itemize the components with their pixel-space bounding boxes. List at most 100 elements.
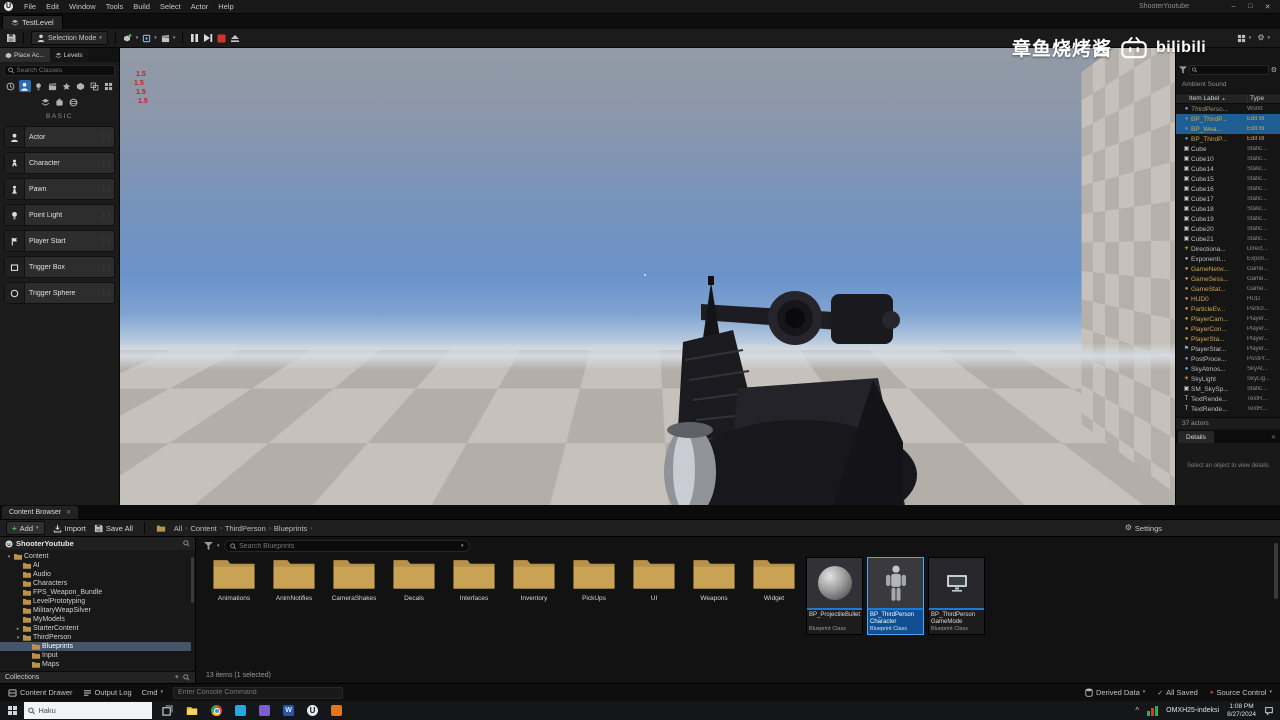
actor-type[interactable]: Expon... xyxy=(1247,256,1280,262)
asset-search-input[interactable] xyxy=(239,542,458,550)
filter-icon[interactable] xyxy=(1179,66,1187,74)
add-actor-button[interactable]: ▾ xyxy=(123,33,138,43)
source-control-button[interactable]: ● Source Control ▾ xyxy=(1210,688,1272,697)
menu-item[interactable]: Build xyxy=(128,2,155,11)
outliner-row[interactable]: ▣ Cube16 Static... xyxy=(1176,184,1280,194)
start-button[interactable] xyxy=(0,706,24,715)
content-folder[interactable]: Decals xyxy=(384,557,444,602)
save-all-button[interactable]: Save All xyxy=(94,524,133,533)
asset-tile-projectile-bullet[interactable]: BP_ProjectileBullet Blueprint Class xyxy=(806,557,863,635)
menu-item[interactable]: Window xyxy=(64,2,101,11)
actor-type[interactable]: Edit Bl xyxy=(1247,116,1280,122)
breadcrumb-segment[interactable]: Blueprints › xyxy=(274,524,313,533)
category-geometry-icon[interactable] xyxy=(75,80,87,92)
taskbar-search-input[interactable] xyxy=(38,706,148,715)
drag-grip-icon[interactable]: ⋮⋮ xyxy=(101,186,114,193)
tree-folder-row[interactable]: Input xyxy=(0,651,191,660)
actor-type[interactable]: Static... xyxy=(1247,196,1280,202)
minimize-button[interactable]: – xyxy=(1225,3,1242,10)
outliner-row[interactable]: ▣ Cube Static... xyxy=(1176,144,1280,154)
actor-type[interactable]: Game... xyxy=(1247,286,1280,292)
drag-grip-icon[interactable]: ⋮⋮ xyxy=(101,160,114,167)
outliner-row[interactable]: ▣ SM_SkySp... Static... xyxy=(1176,384,1280,394)
content-folder[interactable]: AnimNotifies xyxy=(264,557,324,602)
outliner-row[interactable]: ● PlayerCon... Player... xyxy=(1176,324,1280,334)
caret-icon[interactable]: ▸ xyxy=(15,626,21,632)
actor-type[interactable]: Static... xyxy=(1247,156,1280,162)
outliner-row[interactable]: ● PlayerSta... Player... xyxy=(1176,334,1280,344)
menu-item[interactable]: File xyxy=(19,2,41,11)
actor-type[interactable]: TextR... xyxy=(1247,396,1280,402)
actor-type[interactable]: Static... xyxy=(1247,166,1280,172)
content-folder[interactable]: PickUps xyxy=(564,557,624,602)
category-volumes-icon[interactable] xyxy=(89,80,101,92)
actor-type[interactable]: Static... xyxy=(1247,176,1280,182)
search-icon[interactable] xyxy=(183,674,190,681)
category-gameplay-icon[interactable] xyxy=(54,96,66,108)
category-recently-placed-icon[interactable] xyxy=(5,80,17,92)
tree-scrollbar[interactable] xyxy=(191,557,194,603)
tree-folder-row[interactable]: ▾ Content xyxy=(0,552,191,561)
column-item-label[interactable]: Item Label xyxy=(1189,95,1219,102)
taskbar-clock[interactable]: 1:08 PM 8/27/2024 xyxy=(1227,703,1256,719)
folder-tree-icon[interactable] xyxy=(156,524,166,533)
import-button[interactable]: Import xyxy=(53,524,86,533)
tree-folder-row[interactable]: Audio xyxy=(0,570,191,579)
outliner-row[interactable]: ☀ SkyLight SkyLig... xyxy=(1176,374,1280,384)
menu-item[interactable]: Actor xyxy=(186,2,214,11)
add-button[interactable]: + Add ▾ xyxy=(6,521,45,535)
actor-type[interactable]: Player... xyxy=(1247,346,1280,352)
app-blue-icon[interactable] xyxy=(235,705,246,716)
asset-scrollbar[interactable] xyxy=(1274,543,1278,599)
tree-folder-row[interactable]: LevelPrototyping xyxy=(0,597,191,606)
tree-folder-row[interactable]: MyModels xyxy=(0,615,191,624)
actor-type[interactable]: HUD xyxy=(1247,296,1280,302)
caret-icon[interactable]: ▾ xyxy=(6,554,12,560)
actor-type[interactable]: Static... xyxy=(1247,216,1280,222)
save-button[interactable] xyxy=(6,33,16,43)
outliner-settings-icon[interactable]: ⚙ xyxy=(1271,67,1277,74)
place-item-trigger-box[interactable]: Trigger Box ⋮⋮ xyxy=(4,256,115,278)
drag-grip-icon[interactable]: ⋮⋮ xyxy=(101,290,114,297)
column-type[interactable]: Type xyxy=(1247,95,1280,102)
actor-type[interactable]: Player... xyxy=(1247,336,1280,342)
category-lights-icon[interactable] xyxy=(33,80,45,92)
close-icon[interactable]: ✕ xyxy=(1271,434,1280,443)
actor-type[interactable]: TextR... xyxy=(1247,406,1280,412)
outliner-row[interactable]: ▣ Cube21 Static... xyxy=(1176,234,1280,244)
outliner-row[interactable]: ● GameStat... Game... xyxy=(1176,284,1280,294)
file-explorer-icon[interactable] xyxy=(186,706,198,716)
menu-item[interactable]: Help xyxy=(213,2,238,11)
console-input[interactable] xyxy=(178,689,339,696)
actor-type[interactable]: Particl... xyxy=(1247,306,1280,312)
actor-type[interactable]: Edit Bl xyxy=(1247,136,1280,142)
add-collection-icon[interactable]: + xyxy=(175,674,179,681)
actor-type[interactable]: Static... xyxy=(1247,386,1280,392)
tree-folder-row[interactable]: Maps xyxy=(0,660,191,669)
drag-grip-icon[interactable]: ⋮⋮ xyxy=(101,134,114,141)
collections-bar[interactable]: Collections + xyxy=(0,671,195,683)
outliner-row[interactable]: ● GameNetw... Game... xyxy=(1176,264,1280,274)
tab-content-browser[interactable]: Content Browser ✕ xyxy=(2,506,79,519)
place-item-actor[interactable]: Actor ⋮⋮ xyxy=(4,126,115,148)
breadcrumb-segment[interactable]: Content › xyxy=(190,524,221,533)
tree-folder-row[interactable]: Blueprints xyxy=(0,642,191,651)
actor-type[interactable]: Game... xyxy=(1247,276,1280,282)
outliner-row[interactable]: ● ParticleEv... Particl... xyxy=(1176,304,1280,314)
cinematics-button[interactable]: ▾ xyxy=(161,34,175,43)
search-icon[interactable] xyxy=(183,540,190,547)
chevron-down-icon[interactable]: ▾ xyxy=(461,543,464,549)
content-folder[interactable]: Animations xyxy=(204,557,264,602)
actor-type[interactable]: Edit Bl xyxy=(1247,126,1280,132)
actor-type[interactable]: Static... xyxy=(1247,186,1280,192)
frame-skip-button[interactable] xyxy=(203,33,213,43)
outliner-row[interactable]: T TextRende... TextR... xyxy=(1176,404,1280,414)
tree-folder-row[interactable]: Characters xyxy=(0,579,191,588)
pause-button[interactable] xyxy=(190,33,199,43)
outliner-row[interactable]: ● SkyAtmos... SkyAt... xyxy=(1176,364,1280,374)
asset-tile-thirdperson-gamemode[interactable]: BP_ThirdPerson GameMode Blueprint Class xyxy=(928,557,985,635)
actor-type[interactable]: Player... xyxy=(1247,326,1280,332)
word-icon[interactable]: W xyxy=(283,705,294,716)
content-folder[interactable]: Interfaces xyxy=(444,557,504,602)
tab-place-actors[interactable]: Place Ac... xyxy=(0,48,50,62)
